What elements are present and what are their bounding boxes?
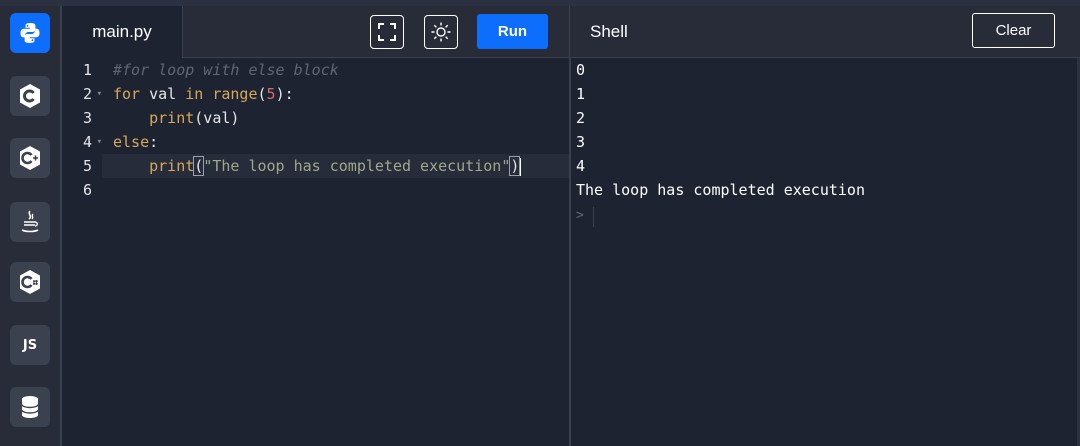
clear-button[interactable]: Clear [972, 13, 1055, 48]
output-line: 4 [576, 157, 586, 175]
shell-prompt: > [576, 208, 584, 223]
text-cursor [520, 157, 522, 176]
sun-icon [431, 22, 451, 42]
python-icon[interactable] [10, 13, 50, 53]
line-number: 2 ▾ [62, 82, 102, 106]
js-icon[interactable]: JS [10, 325, 50, 365]
line-number: 4 ▾ [62, 130, 102, 154]
output-line: 2 [576, 109, 586, 127]
output-line: 1 [576, 85, 586, 103]
cpp-icon[interactable] [10, 138, 50, 178]
shell-input-cursor[interactable] [593, 207, 594, 227]
shell-output[interactable]: 0 1 2 3 4 The loop has completed executi… [571, 58, 1080, 446]
code-line: print("The loop has completed execution"… [149, 156, 522, 176]
code-line: #for loop with else block [113, 61, 339, 79]
java-icon[interactable] [10, 202, 50, 242]
c-icon[interactable] [10, 76, 50, 116]
run-button[interactable]: Run [477, 14, 548, 49]
line-number: 6 [82, 181, 92, 199]
shell-title: Shell [590, 22, 628, 41]
code-editor[interactable]: 1 2 ▾ 3 4 ▾ 5 6 #for loop with else block … [62, 58, 569, 446]
file-tab-label: main.py [92, 22, 152, 41]
code-line: for val in range(5): [113, 85, 294, 103]
fullscreen-icon [378, 23, 396, 41]
toolbar: main.py Run Shell Clear [62, 6, 1080, 58]
code-line: print(val) [149, 109, 240, 127]
database-icon[interactable] [10, 387, 50, 427]
line-number: 3 [82, 109, 92, 127]
fold-arrow-icon[interactable]: ▾ [97, 130, 102, 154]
output-line: The loop has completed execution [576, 181, 865, 199]
language-sidebar: JS [0, 6, 62, 446]
line-number: 1 [82, 61, 92, 79]
output-line: 0 [576, 61, 586, 79]
fold-arrow-icon[interactable]: ▾ [97, 82, 102, 106]
tab-main-py[interactable]: main.py [62, 6, 183, 58]
header-divider [569, 6, 570, 58]
code-line: else: [113, 133, 159, 151]
line-gutter: 1 2 ▾ 3 4 ▾ 5 6 [62, 58, 102, 446]
line-number: 5 [82, 157, 92, 175]
theme-toggle-button[interactable] [424, 15, 458, 49]
output-line: 3 [576, 133, 586, 151]
js-icon-label: JS [22, 337, 38, 353]
csharp-icon[interactable] [10, 262, 50, 302]
fullscreen-button[interactable] [370, 15, 404, 49]
